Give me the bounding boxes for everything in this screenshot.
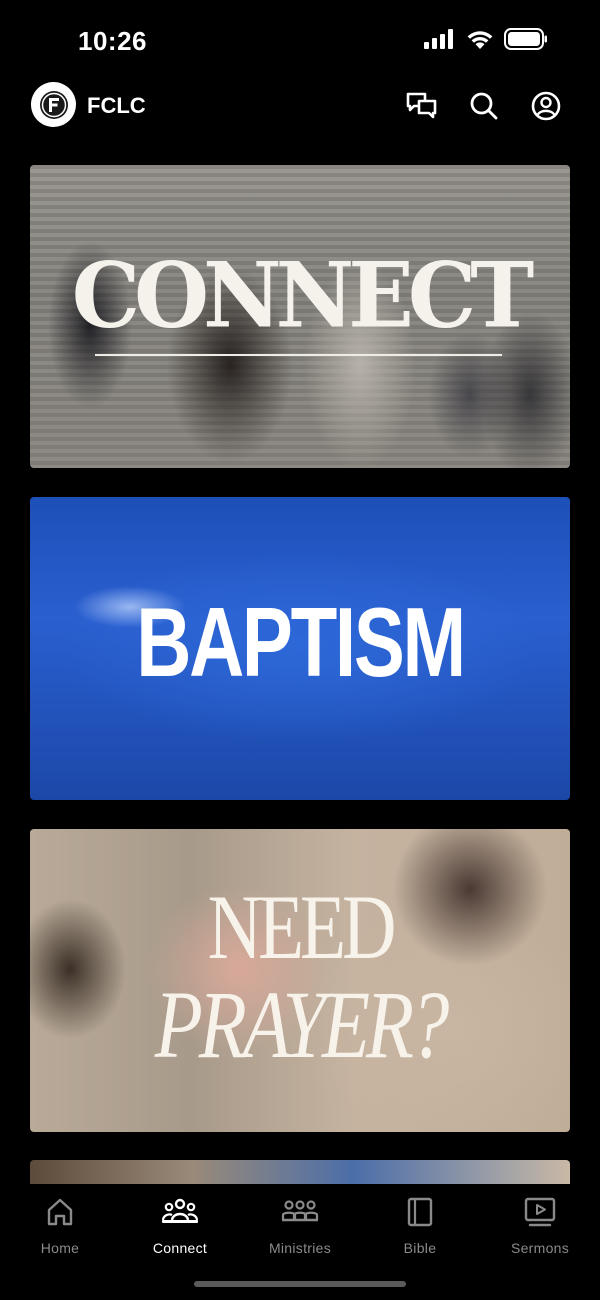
- status-bar: 10:26: [0, 0, 600, 80]
- battery-icon: [504, 28, 548, 55]
- connect-card-title: CONNECT: [71, 242, 535, 349]
- home-icon: [47, 1198, 73, 1226]
- tab-connect[interactable]: Connect: [120, 1196, 240, 1260]
- group-icon: [281, 1200, 319, 1222]
- tab-connect-label: Connect: [152, 1240, 208, 1256]
- search-icon: [470, 92, 498, 120]
- search-button[interactable]: [468, 90, 500, 122]
- connect-card[interactable]: CONNECT: [30, 165, 570, 468]
- tab-ministries[interactable]: Ministries: [240, 1196, 360, 1260]
- app-header: FCLC: [0, 82, 600, 130]
- tab-home[interactable]: Home: [0, 1196, 120, 1260]
- tab-sermons[interactable]: Sermons: [480, 1196, 600, 1260]
- chat-icon: [406, 92, 437, 119]
- baptism-card-title: BAPTISM: [136, 587, 466, 697]
- wifi-icon: [466, 29, 494, 54]
- chat-button[interactable]: [406, 90, 438, 122]
- tab-bible[interactable]: Bible: [360, 1196, 480, 1260]
- app-screen: 10:26 FCLC CONNECT BAPTISM NEED PRAYER? …: [0, 0, 600, 1300]
- tab-bible-label: Bible: [403, 1240, 437, 1256]
- prayer-card[interactable]: NEED PRAYER?: [30, 829, 570, 1132]
- home-indicator[interactable]: [194, 1281, 406, 1287]
- header-actions: [406, 90, 562, 122]
- cellular-signal-icon: [424, 29, 456, 54]
- account-button[interactable]: [530, 90, 562, 122]
- logo-icon: [39, 90, 68, 119]
- church-logo[interactable]: [31, 82, 76, 127]
- app-name: FCLC: [87, 93, 146, 118]
- prayer-card-title-line1: NEED: [207, 876, 397, 978]
- prayer-card-title-line2: PRAYER?: [154, 971, 450, 1078]
- account-icon: [531, 91, 561, 121]
- tab-home-label: Home: [40, 1240, 80, 1256]
- tab-sermons-label: Sermons: [510, 1240, 570, 1256]
- people-icon: [161, 1198, 199, 1223]
- book-icon: [407, 1197, 433, 1227]
- tab-ministries-label: Ministries: [268, 1240, 332, 1256]
- baptism-card[interactable]: BAPTISM: [30, 497, 570, 800]
- video-icon: [524, 1197, 556, 1227]
- status-icons: [424, 28, 548, 55]
- status-time: 10:26: [78, 26, 147, 56]
- title-underline: [95, 354, 502, 356]
